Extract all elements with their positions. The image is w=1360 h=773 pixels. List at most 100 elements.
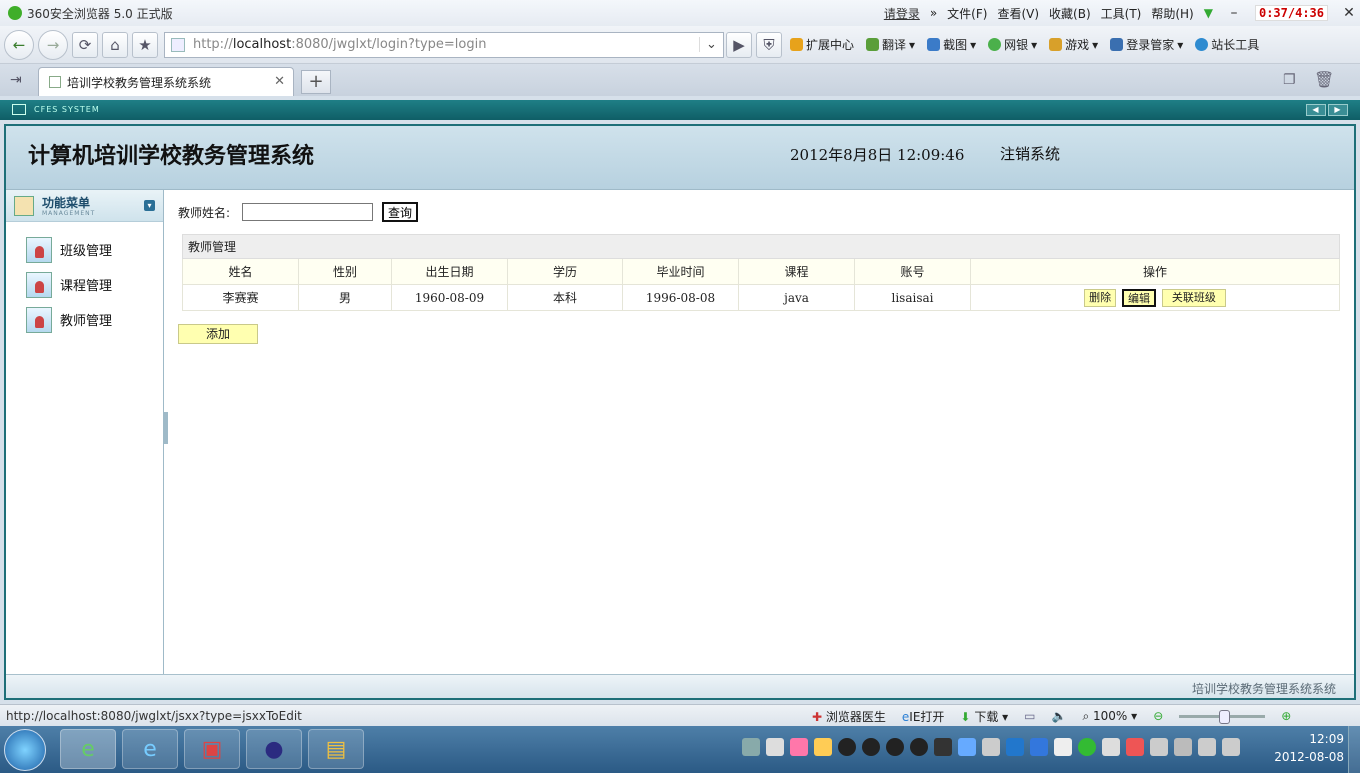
- toolbar-translate[interactable]: 翻译 ▾: [866, 36, 915, 53]
- tray-app-icon[interactable]: [814, 738, 832, 756]
- toolbar-webmaster[interactable]: 站长工具: [1195, 36, 1259, 53]
- tray-flag-icon[interactable]: [1150, 738, 1168, 756]
- window-icon[interactable]: ▭: [1024, 709, 1035, 723]
- menu-favorites[interactable]: 收藏(B): [1049, 5, 1091, 22]
- shield-icon[interactable]: ⛨: [756, 31, 782, 58]
- link-class-button[interactable]: 关联班级: [1161, 288, 1226, 307]
- address-dropdown-icon[interactable]: ⌄: [699, 37, 723, 52]
- login-link[interactable]: 请登录: [884, 5, 920, 22]
- taskbar-toolbox[interactable]: ▣: [184, 729, 240, 769]
- tray-app-icon[interactable]: [958, 738, 976, 756]
- magnifier-icon: ⌕: [1082, 708, 1090, 723]
- toolbar-login-manager[interactable]: 登录管家 ▾: [1110, 36, 1183, 53]
- tray-app-icon[interactable]: [790, 738, 808, 756]
- browser-menu-area: 请登录 » 文件(F) 查看(V) 收藏(B) 工具(T) 帮助(H) ▼ – …: [884, 0, 1360, 26]
- menu-file[interactable]: 文件(F): [947, 5, 987, 22]
- close-window-icon[interactable]: ✕: [1338, 5, 1360, 21]
- ie-icon: e: [143, 736, 157, 762]
- collapse-icon[interactable]: ▾: [144, 200, 155, 211]
- tray-app-icon[interactable]: [934, 738, 952, 756]
- search-button[interactable]: 查询: [382, 202, 419, 222]
- sidebar-toggle-icon[interactable]: ⇥: [10, 72, 22, 88]
- taskbar-ie[interactable]: e: [122, 729, 178, 769]
- back-arrow-icon[interactable]: ←: [4, 29, 34, 60]
- tab-favicon-icon: [49, 76, 61, 88]
- delete-button[interactable]: 删除: [1084, 288, 1117, 307]
- tab-active[interactable]: 培训学校教务管理系统系统 ✕: [38, 67, 294, 96]
- show-desktop-button[interactable]: [1348, 726, 1360, 773]
- trash-icon[interactable]: 🗑: [1314, 70, 1334, 89]
- tray-app-icon[interactable]: [766, 738, 784, 756]
- browser-doctor-button[interactable]: ✚ 浏览器医生: [812, 708, 886, 725]
- taskbar-explorer[interactable]: ▤: [308, 729, 364, 769]
- browser-title: 360安全浏览器 5.0 正式版: [27, 6, 173, 21]
- tray-qq-icon[interactable]: [862, 738, 880, 756]
- toolbar-games[interactable]: 游戏 ▾: [1049, 36, 1098, 53]
- teacher-name-input[interactable]: [242, 203, 374, 221]
- menu-help[interactable]: 帮助(H): [1151, 5, 1193, 22]
- sidebar-item-class[interactable]: 班级管理: [6, 232, 163, 267]
- tab-close-icon[interactable]: ✕: [274, 74, 285, 89]
- forward-arrow-icon[interactable]: →: [38, 29, 68, 60]
- app-header: 计算机培训学校教务管理系统 2012年8月8日 12:09:46 注销系统: [6, 126, 1354, 190]
- tray-shield-icon[interactable]: [1030, 738, 1048, 756]
- tray-app-icon[interactable]: [1006, 738, 1024, 756]
- sidebar-item-teacher[interactable]: 教师管理: [6, 302, 163, 337]
- menu-subtitle: MANAGEMENT: [42, 210, 96, 217]
- minimize-icon[interactable]: –: [1223, 5, 1245, 21]
- zoom-control[interactable]: ⌕ 100% ▾: [1082, 709, 1137, 724]
- tab-title: 培训学校教务管理系统系统: [67, 75, 212, 90]
- tray-qq-icon[interactable]: [910, 738, 928, 756]
- tray-app-icon[interactable]: [1174, 738, 1192, 756]
- scroll-right-icon[interactable]: ▶: [1328, 104, 1348, 116]
- taskbar-360-browser[interactable]: e: [60, 729, 116, 769]
- sidebar-resize-handle[interactable]: [164, 412, 168, 444]
- banner-arrows: ◀ ▶: [1306, 104, 1348, 116]
- ie-open-button[interactable]: eIE打开: [902, 708, 945, 725]
- toolbar-banking[interactable]: 网银 ▾: [988, 36, 1037, 53]
- taskbar-clock[interactable]: 12:09 2012-08-08: [1274, 730, 1344, 766]
- tray-network-icon[interactable]: [1198, 738, 1216, 756]
- refresh-icon[interactable]: ⟳: [72, 31, 98, 58]
- zoom-out-icon[interactable]: ⊖: [1153, 709, 1163, 723]
- tray-volume-icon[interactable]: [1222, 738, 1240, 756]
- tray-app-icon[interactable]: [982, 738, 1000, 756]
- toolbar-extensions[interactable]: 扩展中心: [790, 36, 854, 53]
- tray-app-icon[interactable]: [1054, 738, 1072, 756]
- status-bar: http://localhost:8080/jwglxt/jsxx?type=j…: [0, 704, 1360, 726]
- toolbar-screenshot[interactable]: 截图 ▾: [927, 36, 976, 53]
- address-bar[interactable]: http://localhost:8080/jwglxt/login?type=…: [164, 31, 724, 58]
- download-button[interactable]: ⬇ 下载 ▾: [960, 708, 1008, 725]
- volume-icon[interactable]: 🔈: [1052, 709, 1067, 723]
- add-button[interactable]: 添加: [178, 324, 258, 344]
- zoom-slider[interactable]: [1179, 709, 1266, 724]
- col-graduation: 毕业时间: [622, 258, 739, 285]
- zoom-in-icon[interactable]: ⊕: [1281, 709, 1291, 723]
- menu-tools[interactable]: 工具(T): [1101, 5, 1142, 22]
- taskbar-eclipse[interactable]: ●: [246, 729, 302, 769]
- sidebar-item-course[interactable]: 课程管理: [6, 267, 163, 302]
- user-icon: [26, 306, 52, 333]
- scroll-left-icon[interactable]: ◀: [1306, 104, 1326, 116]
- tray-keyboard-icon[interactable]: [742, 738, 760, 756]
- tray-app-icon[interactable]: [1078, 738, 1096, 756]
- shirt-icon[interactable]: ▼: [1204, 6, 1213, 20]
- tray-app-icon[interactable]: [1126, 738, 1144, 756]
- system-tray: [742, 738, 1240, 756]
- go-icon[interactable]: ▶: [726, 31, 752, 58]
- tray-app-icon[interactable]: [1102, 738, 1120, 756]
- tray-qq-icon[interactable]: [886, 738, 904, 756]
- extensions-icon: [790, 38, 803, 51]
- logout-link[interactable]: 注销系统: [1000, 143, 1060, 164]
- browser-360-icon: e: [81, 736, 95, 762]
- edit-button[interactable]: 编辑: [1122, 288, 1156, 307]
- menu-view[interactable]: 查看(V): [997, 5, 1039, 22]
- status-url: http://localhost:8080/jwglxt/jsxx?type=j…: [6, 708, 302, 723]
- cell-actions: 删除 编辑 关联班级: [970, 284, 1340, 311]
- tray-qq-icon[interactable]: [838, 738, 856, 756]
- new-tab-button[interactable]: +: [301, 70, 331, 94]
- start-button[interactable]: [4, 729, 46, 771]
- home-icon[interactable]: ⌂: [102, 31, 128, 58]
- restore-tabs-icon[interactable]: ❐: [1283, 72, 1296, 88]
- star-icon[interactable]: ★: [132, 31, 158, 58]
